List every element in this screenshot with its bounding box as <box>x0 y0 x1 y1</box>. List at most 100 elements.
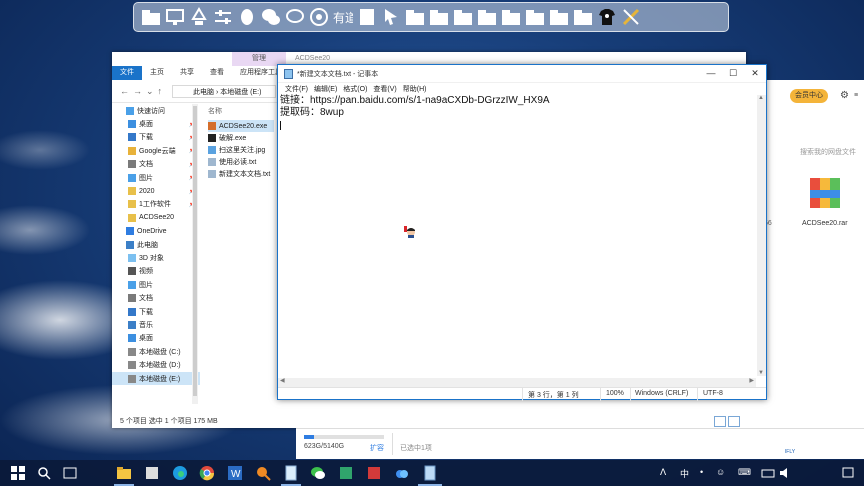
scroll-left-icon[interactable]: ◀ <box>280 377 285 384</box>
file-row[interactable]: ACDSee20.exe <box>208 120 274 132</box>
nav-arrows[interactable]: ←→⌄↑ <box>120 86 166 97</box>
sidebar-item[interactable]: 文档 <box>112 291 200 304</box>
app-icon[interactable] <box>144 465 160 481</box>
sidebar-item[interactable]: 图片 <box>112 278 200 291</box>
expand-button[interactable]: 扩容 <box>370 443 384 453</box>
app-red-icon[interactable] <box>366 465 382 481</box>
magnifier-app-icon[interactable] <box>255 465 271 481</box>
menu-format[interactable]: 格式(O) <box>340 84 370 94</box>
menu-file[interactable]: 文件(F) <box>282 84 311 94</box>
doc-icon[interactable] <box>356 6 378 28</box>
folder-icon[interactable] <box>452 6 474 28</box>
vip-center-button[interactable]: 会员中心 <box>790 89 828 103</box>
volume-icon[interactable] <box>778 465 794 481</box>
sidebar-item[interactable]: 下载📌 <box>112 131 200 144</box>
search-input[interactable]: 搜索我的网盘文件 <box>800 147 856 157</box>
tab-view[interactable]: 查看 <box>202 66 232 80</box>
folder-icon[interactable] <box>524 6 546 28</box>
wechat-icon[interactable] <box>260 6 282 28</box>
sidebar-item[interactable]: 文档📌 <box>112 158 200 171</box>
file-row[interactable]: 使用必读.txt <box>208 156 274 168</box>
scroll-down-icon[interactable]: ▼ <box>758 370 764 376</box>
cursor-icon[interactable] <box>380 6 402 28</box>
sidebar-item[interactable]: 本地磁盘 (E:) <box>112 371 200 386</box>
sidebar-item[interactable]: 音乐 <box>112 318 200 331</box>
menu-icon[interactable]: ≡ <box>854 92 858 99</box>
nav-scrollbar[interactable] <box>192 104 198 404</box>
sidebar-item[interactable]: 本地磁盘 (C:) <box>112 345 200 358</box>
notification-icon[interactable] <box>840 465 856 481</box>
sidebar-item[interactable]: Google云端📌 <box>112 144 200 157</box>
sidebar-item[interactable]: 桌面📌 <box>112 117 200 130</box>
qq-icon[interactable] <box>236 6 258 28</box>
sidebar-item[interactable]: 快速访问 <box>112 104 200 117</box>
sidebar-item[interactable]: 下载 <box>112 305 200 318</box>
folder-icon[interactable] <box>404 6 426 28</box>
sidebar-item[interactable]: 本地磁盘 (D:) <box>112 358 200 371</box>
chat-icon[interactable] <box>284 6 306 28</box>
sidebar-item[interactable]: 1工作软件📌 <box>112 198 200 211</box>
tools-icon[interactable] <box>620 6 642 28</box>
tray-ime-icon[interactable]: 中 <box>680 467 689 480</box>
settings-icon[interactable]: ⚙ <box>840 90 849 101</box>
start-icon[interactable] <box>10 465 26 481</box>
notepad-window-icon[interactable] <box>422 465 438 481</box>
tray-keyboard-icon[interactable]: ⌨ <box>738 467 751 478</box>
edge-icon[interactable] <box>172 465 188 481</box>
folder-icon[interactable] <box>428 6 450 28</box>
column-name-header[interactable]: 名称 <box>208 106 274 120</box>
sidebar-item[interactable]: 桌面 <box>112 332 200 345</box>
tab-home[interactable]: 主页 <box>142 66 172 80</box>
notepad-task-icon[interactable] <box>283 465 299 481</box>
file-row[interactable]: 扫这里关注.jpg <box>208 144 274 156</box>
sidebar-item[interactable]: 2020📌 <box>112 184 200 197</box>
breadcrumb-drive[interactable]: 本地磁盘 (E:) <box>220 89 261 96</box>
file-row[interactable]: 新建文本文档.txt <box>208 168 274 180</box>
sidebar-item[interactable]: 图片📌 <box>112 171 200 184</box>
large-icons-view-icon[interactable] <box>728 416 740 427</box>
network-icon[interactable] <box>760 465 776 481</box>
tray-dot-icon[interactable]: • <box>700 467 703 477</box>
tab-file[interactable]: 文件 <box>112 66 142 80</box>
tray-chevron-icon[interactable]: ᐱ <box>660 467 666 478</box>
folder-icon[interactable] <box>572 6 594 28</box>
details-view-icon[interactable] <box>714 416 726 427</box>
minimize-button[interactable]: — <box>700 65 722 82</box>
scroll-up-icon[interactable]: ▲ <box>758 95 764 101</box>
tray-face-icon[interactable]: ☺ <box>716 467 725 477</box>
sidebar-item[interactable]: ACDSee20 <box>112 211 200 224</box>
file-row[interactable]: 破解.exe <box>208 132 274 144</box>
sidebar-item[interactable]: 3D 对象 <box>112 251 200 264</box>
rar-file-label[interactable]: ACDSee20.rar <box>802 220 848 227</box>
chrome-icon[interactable] <box>308 6 330 28</box>
maximize-button[interactable]: ☐ <box>722 65 744 82</box>
text-icon[interactable]: 有道 <box>332 6 354 28</box>
task-view-icon[interactable] <box>62 465 78 481</box>
sidebar-item[interactable]: 视频 <box>112 265 200 278</box>
wechat-icon[interactable] <box>310 465 326 481</box>
horizontal-scrollbar[interactable]: ◀ ▶ <box>278 378 756 387</box>
breadcrumb-this-pc[interactable]: 此电脑 <box>193 89 214 96</box>
folder-icon[interactable] <box>548 6 570 28</box>
sliders-icon[interactable] <box>212 6 234 28</box>
folder-icon[interactable] <box>140 6 162 28</box>
vertical-scrollbar[interactable]: ▲ ▼ <box>757 95 766 376</box>
shirt-icon[interactable] <box>596 6 618 28</box>
word-icon[interactable]: W <box>227 465 243 481</box>
chrome-icon[interactable] <box>199 465 215 481</box>
monitor-icon[interactable] <box>164 6 186 28</box>
folder-icon[interactable] <box>476 6 498 28</box>
scroll-right-icon[interactable]: ▶ <box>749 377 754 384</box>
address-bar[interactable]: 此电脑 › 本地磁盘 (E:) <box>172 85 276 98</box>
search-icon[interactable] <box>36 465 52 481</box>
sidebar-item[interactable]: 此电脑 <box>112 238 200 251</box>
ime-badge[interactable]: IFLY <box>784 446 796 458</box>
tab-share[interactable]: 共享 <box>172 66 202 80</box>
text-editor[interactable]: 链接：https://pan.baidu.com/s/1-na9aCXDb-DG… <box>280 95 550 119</box>
menu-view[interactable]: 查看(V) <box>370 84 399 94</box>
menu-help[interactable]: 帮助(H) <box>400 84 430 94</box>
rar-file-icon[interactable] <box>808 176 842 210</box>
baidu-netdisk-icon[interactable] <box>394 465 410 481</box>
app-green-icon[interactable] <box>338 465 354 481</box>
close-button[interactable]: ✕ <box>744 65 766 82</box>
